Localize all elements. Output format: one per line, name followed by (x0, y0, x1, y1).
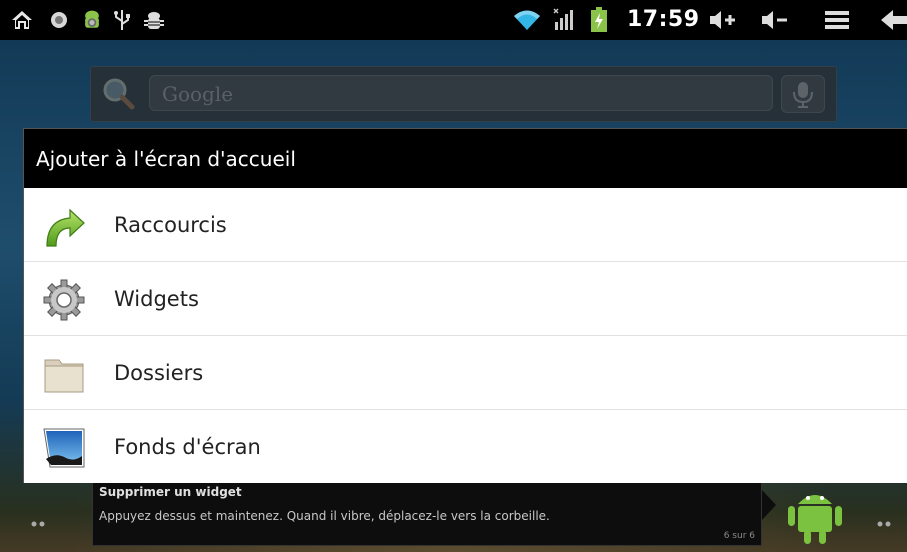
dialog-title: Ajouter à l'écran d'accueil (24, 129, 907, 188)
page-dots-left-icon[interactable] (30, 513, 46, 527)
android-bug-icon (142, 8, 166, 32)
volume-up-icon[interactable] (708, 8, 738, 32)
battery-charging-icon (587, 7, 611, 32)
folder-icon (42, 352, 86, 396)
android-debug-icon (80, 8, 104, 32)
tip-arrow (762, 490, 776, 520)
menu-item-folders[interactable]: Dossiers (24, 336, 907, 410)
home-icon[interactable] (10, 8, 34, 32)
volume-down-icon[interactable] (760, 8, 790, 32)
status-time: 17:59 (627, 7, 700, 32)
page-dots-right-icon[interactable] (876, 513, 892, 527)
back-icon[interactable] (880, 8, 907, 32)
menu-item-wallpapers[interactable]: Fonds d'écran (24, 410, 907, 483)
status-bar: 17:59 (0, 0, 907, 40)
menu-item-label: Dossiers (114, 361, 204, 385)
tip-text: Appuyez dessus et maintenez. Quand il vi… (99, 509, 550, 523)
menu-item-label: Raccourcis (114, 213, 227, 237)
signal-icon (552, 8, 576, 32)
menu-item-widgets[interactable]: Widgets (24, 262, 907, 336)
usb-icon (110, 8, 134, 32)
tip-counter: 6 sur 6 (723, 531, 755, 541)
tip-panel: Supprimer un widget Appuyez dessus et ma… (92, 482, 762, 546)
gear-icon (42, 278, 86, 322)
android-robot-icon (784, 484, 846, 546)
notification-dot-icon (47, 8, 71, 32)
wifi-icon (512, 8, 542, 32)
menu-icon[interactable] (822, 8, 852, 32)
menu-item-label: Widgets (114, 287, 199, 311)
wallpaper-icon (42, 426, 86, 470)
tip-title: Supprimer un widget (99, 485, 242, 499)
menu-item-shortcuts[interactable]: Raccourcis (24, 188, 907, 262)
shortcut-arrow-icon (42, 204, 86, 248)
add-to-home-dialog: Ajouter à l'écran d'accueil Raccourcis W… (24, 129, 907, 483)
menu-item-label: Fonds d'écran (114, 435, 261, 459)
